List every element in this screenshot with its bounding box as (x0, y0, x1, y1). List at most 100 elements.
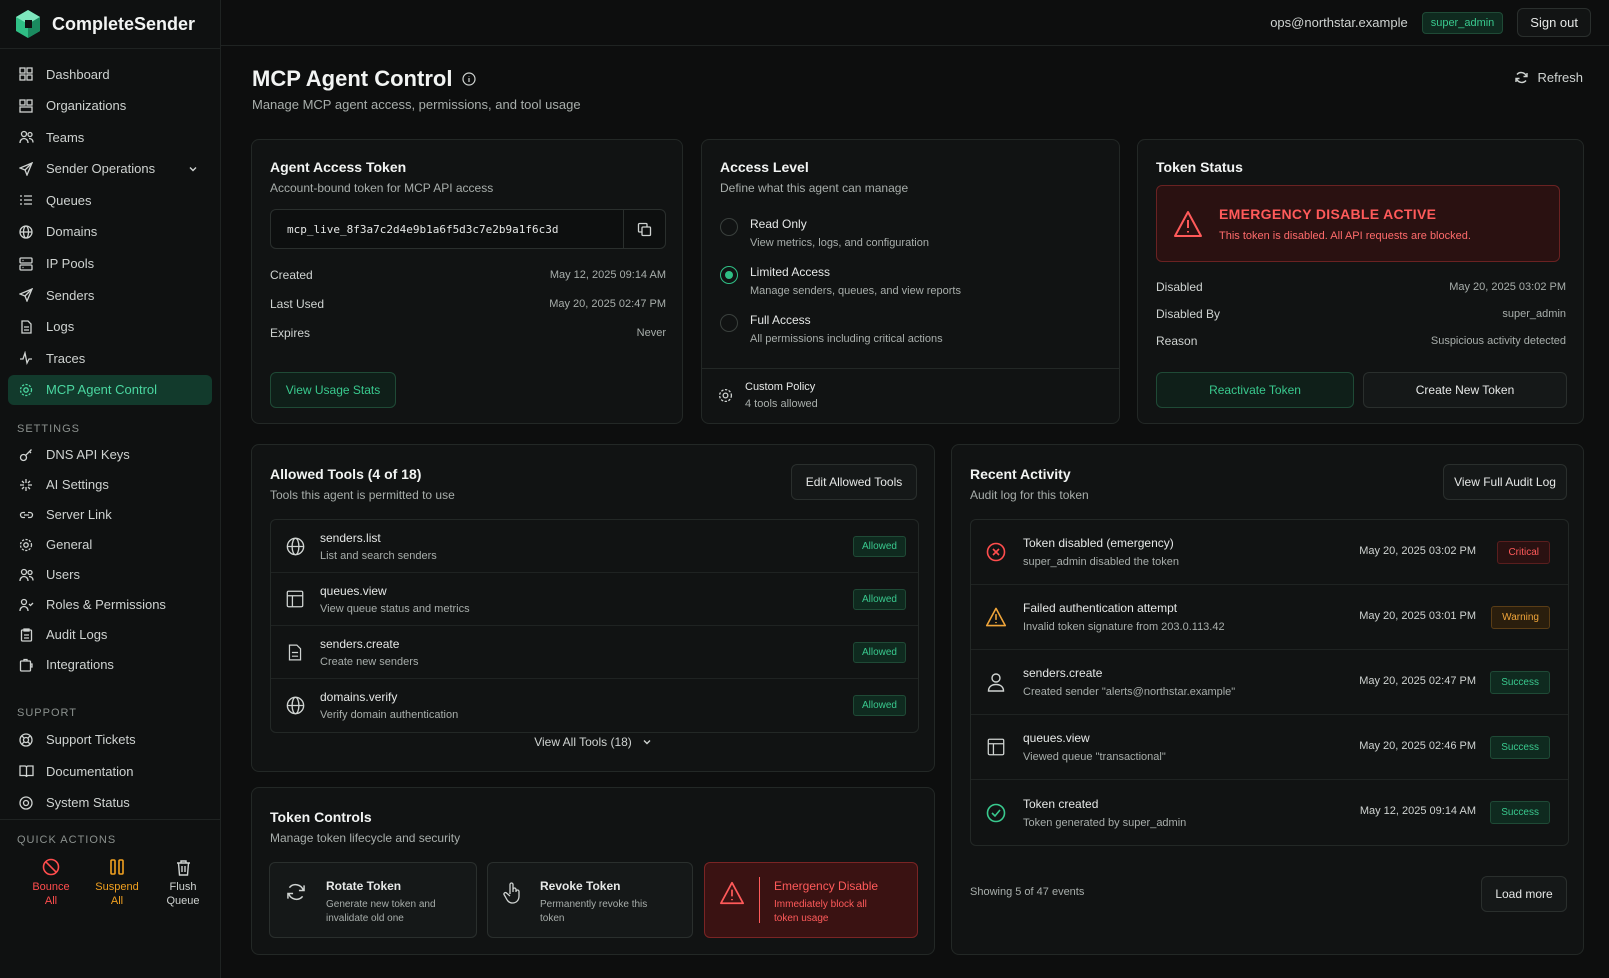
chevron-down-icon[interactable] (188, 162, 198, 177)
nav-item-support-tickets[interactable]: Support Tickets (8, 725, 212, 755)
suspend-all-button[interactable]: Suspend All (84, 856, 150, 908)
nav-item-ip-pools[interactable]: IP Pools (8, 249, 212, 279)
nav-item-dns-api-keys[interactable]: DNS API Keys (8, 441, 212, 469)
view-full-audit-log-button[interactable]: View Full Audit Log (1443, 464, 1567, 500)
organizations-icon (18, 98, 34, 114)
load-more-button[interactable]: Load more (1481, 876, 1567, 912)
nav-item-roles-permissions[interactable]: Roles & Permissions (8, 591, 212, 619)
activity-row[interactable]: Token created Token generated by super_ad… (971, 780, 1568, 845)
allowed-badge: Allowed (852, 695, 906, 716)
create-new-token-button[interactable]: Create New Token (1363, 372, 1567, 408)
nav-item-general[interactable]: General (8, 531, 212, 559)
activity-row[interactable]: senders.create Created sender "alerts@nor… (971, 650, 1568, 715)
card-subtitle: Manage token lifecycle and security (270, 831, 461, 845)
app-name: CompleteSender (52, 13, 196, 34)
access-option-full[interactable]: Full Access All permissions including cri… (720, 313, 961, 345)
copy-button[interactable] (623, 210, 665, 248)
access-option-limited[interactable]: Limited Access Manage senders, queues, an… (720, 265, 961, 297)
nav-item-ai-settings[interactable]: AI Settings (8, 471, 212, 499)
flush-queue-button[interactable]: Flush Queue (150, 856, 216, 908)
book-icon (18, 763, 34, 779)
token-status-card: Token Status EMERGENCY DISABLE ACTIVE Th… (1137, 139, 1584, 424)
nav-item-documentation[interactable]: Documentation (8, 756, 212, 786)
radio[interactable] (720, 218, 738, 236)
bounce-all-button[interactable]: Bounce All (18, 856, 84, 908)
tool-row[interactable]: domains.verify Verify domain authenticati… (271, 679, 918, 732)
view-usage-stats-button[interactable]: View Usage Stats (270, 372, 396, 408)
nav-label: Queues (46, 192, 92, 208)
radio-selected[interactable] (720, 266, 738, 284)
chevron-down-icon (643, 740, 651, 745)
nav-item-audit-logs[interactable]: Audit Logs (8, 621, 212, 649)
nav-item-users[interactable]: Users (8, 561, 212, 589)
nav-label: Sender Operations (46, 161, 156, 177)
access-option-read-only[interactable]: Read Only View metrics, logs, and configu… (720, 217, 961, 249)
revoke-token-button[interactable]: Revoke Token Permanently revoke this toke… (487, 862, 693, 938)
token-controls-card: Token Controls Manage token lifecycle an… (251, 787, 935, 955)
nav-item-dashboard[interactable]: Dashboard (8, 59, 212, 89)
nav-item-domains[interactable]: Domains (8, 217, 212, 247)
nav-label: AI Settings (46, 477, 109, 493)
nav-item-teams[interactable]: Teams (8, 122, 212, 152)
activity-row[interactable]: Failed authentication attempt Invalid tok… (971, 585, 1568, 650)
nav-item-system-status[interactable]: System Status (8, 788, 212, 818)
nav-item-server-link[interactable]: Server Link (8, 501, 212, 529)
recent-activity-card: Recent Activity Audit log for this token… (951, 444, 1584, 955)
reason-row: Reason Suspicious activity detected (1156, 333, 1566, 348)
nav-item-integrations[interactable]: Integrations (8, 651, 212, 679)
nav-item-traces[interactable]: Traces (8, 343, 212, 373)
nav-label: Documentation (46, 763, 134, 779)
nav-label: Server Link (46, 507, 112, 523)
card-subtitle: Account-bound token for MCP API access (270, 181, 494, 195)
access-level-card: Access Level Define what this agent can … (701, 139, 1120, 424)
agent-token-card: Agent Access Token Account-bound token f… (251, 139, 683, 424)
hand-icon (503, 882, 520, 904)
activity-row[interactable]: queues.view Viewed queue "transactional" … (971, 715, 1568, 780)
radio[interactable] (720, 314, 738, 332)
nav-item-logs[interactable]: Logs (8, 312, 212, 342)
tool-row[interactable]: senders.create Create new senders Allowed (271, 626, 918, 679)
tool-row[interactable]: queues.view View queue status and metrics… (271, 573, 918, 626)
lifebuoy-icon (18, 732, 34, 748)
custom-policy[interactable]: Custom Policy 4 tools allowed (702, 368, 1119, 410)
sign-out-button[interactable]: Sign out (1517, 8, 1591, 37)
token-field[interactable]: mcp_live_8f3a7c2d4e9b1a6f5d3c7e2b9a1f6c3… (270, 209, 666, 249)
allowed-badge: Allowed (852, 642, 906, 663)
nav-item-organizations[interactable]: Organizations (8, 91, 212, 121)
policy-title: Custom Policy (745, 381, 816, 393)
card-subtitle: Define what this agent can manage (720, 181, 909, 195)
nav-label: Teams (46, 129, 85, 145)
page-title: MCP Agent Control (252, 66, 477, 92)
nav-label: Users (46, 567, 80, 583)
main-nav: Dashboard Organizations Teams Sender Ope… (0, 49, 220, 405)
edit-allowed-tools-button[interactable]: Edit Allowed Tools (791, 464, 917, 500)
activity-row[interactable]: Token disabled (emergency) super_admin di… (971, 520, 1568, 585)
alert-title: EMERGENCY DISABLE ACTIVE (1219, 205, 1437, 222)
view-all-tools-link[interactable]: View All Tools (18) (252, 735, 934, 749)
rotate-token-button[interactable]: Rotate Token Generate new token and inval… (269, 862, 477, 938)
brand[interactable]: CompleteSender (0, 0, 220, 49)
nav-label: General (46, 537, 93, 553)
nav-item-mcp-agent-control[interactable]: MCP Agent Control (8, 374, 212, 405)
send-icon (18, 161, 34, 177)
support-nav: Support Tickets Documentation System Sta… (0, 725, 220, 818)
reactivate-token-button[interactable]: Reactivate Token (1156, 372, 1354, 408)
globe-icon (285, 696, 305, 715)
table-icon (985, 738, 1007, 756)
nav-item-sender-operations[interactable]: Sender Operations (8, 154, 212, 184)
nav-item-queues[interactable]: Queues (8, 185, 212, 215)
disabled-row: Disabled May 20, 2025 03:02 PM (1156, 279, 1566, 294)
globe-icon (18, 224, 34, 240)
info-icon[interactable] (462, 66, 477, 92)
nav-item-senders[interactable]: Senders (8, 280, 212, 310)
refresh-button[interactable]: Refresh (1514, 70, 1583, 85)
file-icon (285, 643, 305, 662)
card-title: Agent Access Token (270, 159, 407, 175)
key-icon (18, 447, 34, 463)
sidebar: CompleteSender Dashboard Organizations T… (0, 0, 221, 978)
divider (759, 877, 760, 923)
status-badge: Success (1490, 736, 1550, 759)
role-badge: super_admin (1421, 11, 1504, 34)
tool-row[interactable]: senders.list List and search senders Allo… (271, 520, 918, 573)
emergency-disable-button[interactable]: Emergency Disable Immediately block all t… (704, 862, 918, 938)
